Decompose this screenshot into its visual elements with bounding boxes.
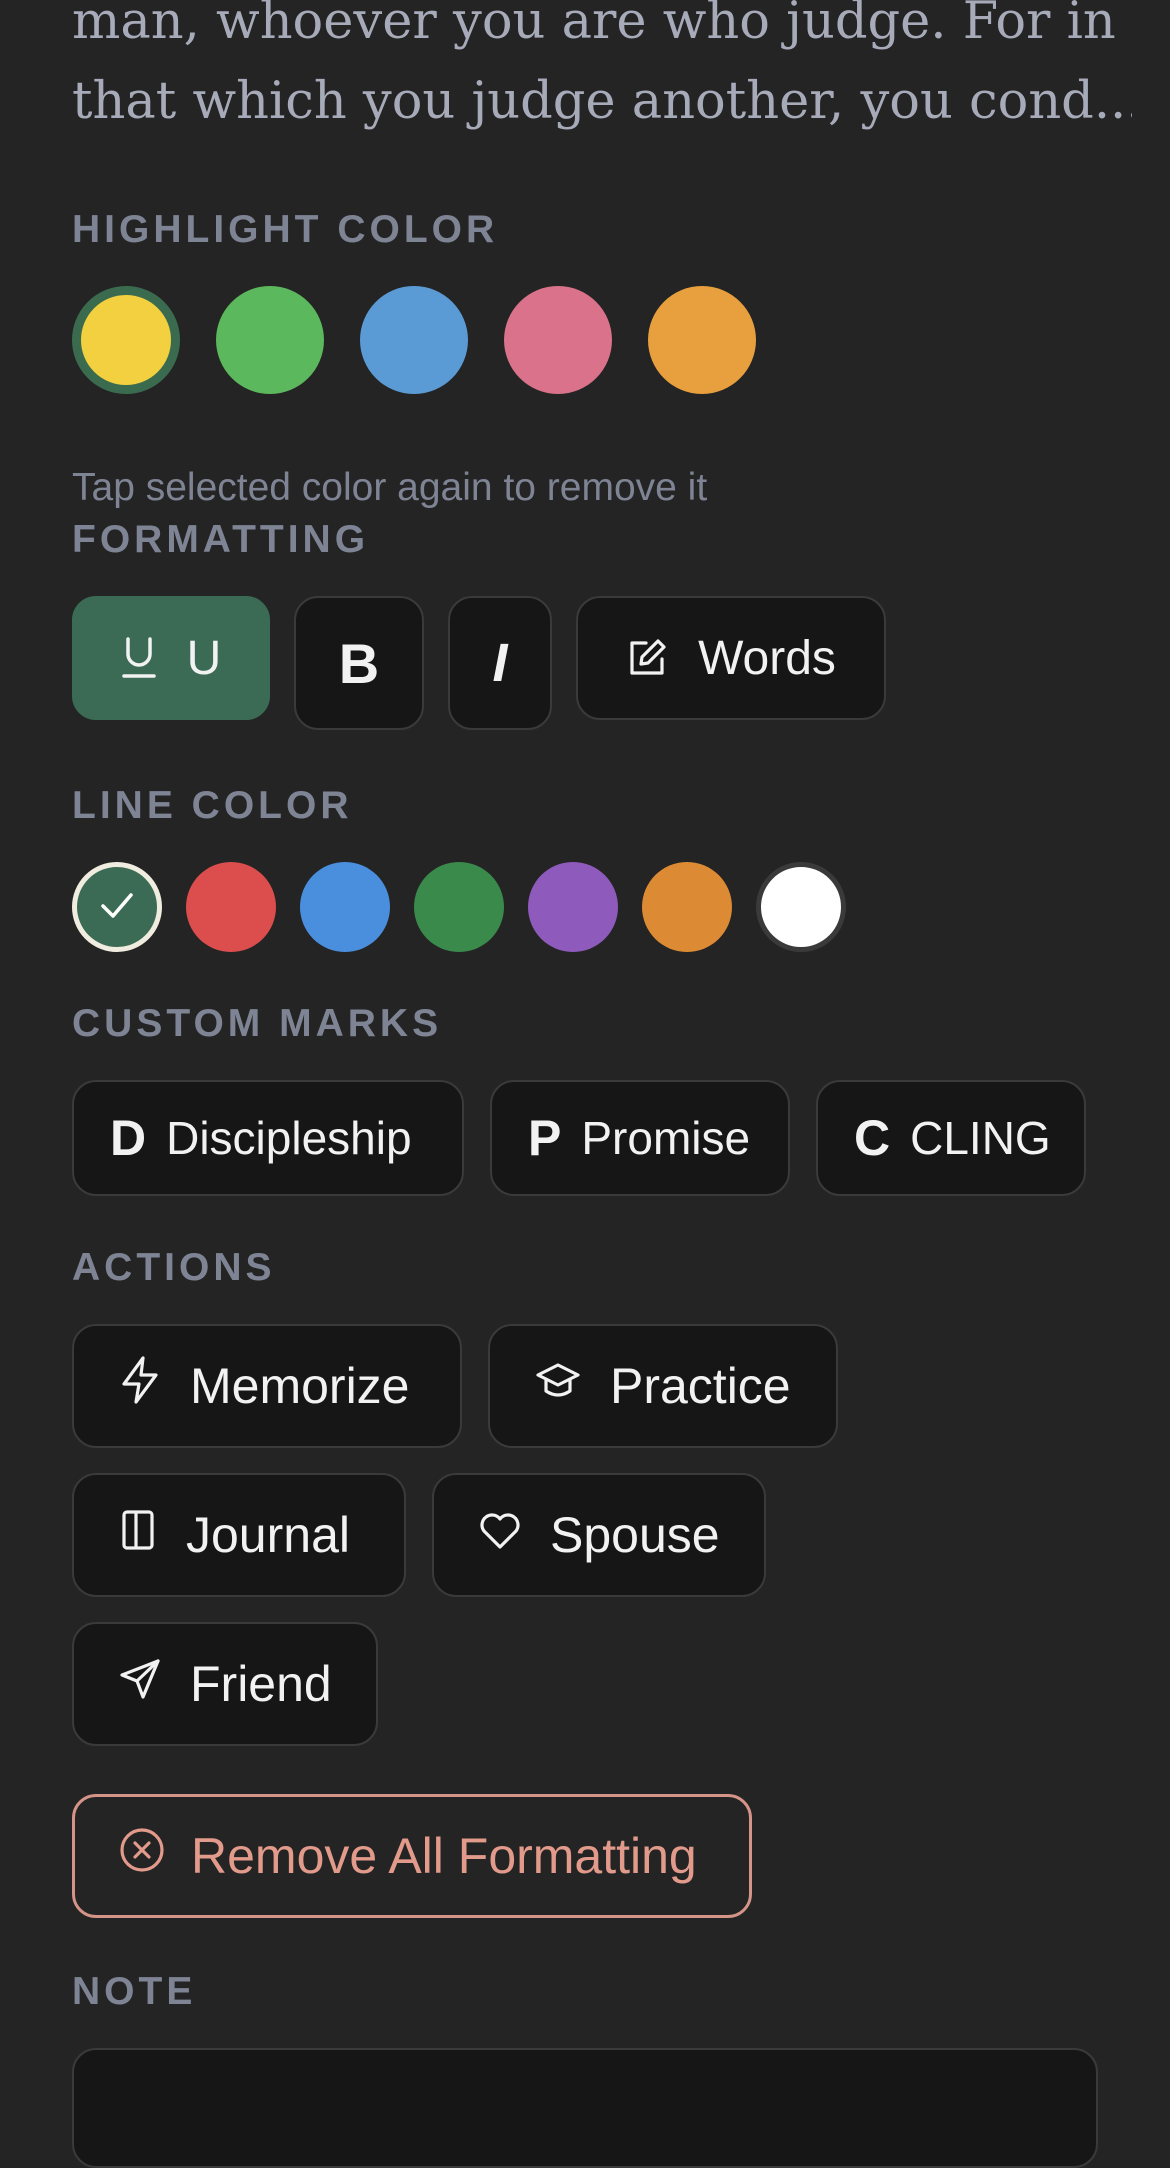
highlight-color-label: HIGHLIGHT COLOR (72, 208, 499, 251)
verse-text: man, whoever you are who judge. For in t… (72, 0, 1132, 142)
edit-icon (626, 637, 668, 679)
line-swatch-dark-green[interactable] (72, 862, 162, 952)
actions-row-3: Friend (72, 1622, 378, 1746)
custom-mark-promise[interactable]: P Promise (490, 1080, 790, 1196)
highlight-color-swatches (72, 286, 756, 394)
italic-button[interactable]: I (448, 596, 552, 730)
highlight-swatch-blue[interactable] (360, 286, 468, 394)
words-button[interactable]: Words (576, 596, 886, 720)
bold-button[interactable]: B (294, 596, 424, 730)
verse-line-1: man, whoever you are who judge. For in (72, 0, 1116, 51)
check-icon (97, 885, 137, 930)
custom-mark-letter: C (854, 1110, 891, 1166)
custom-mark-discipleship[interactable]: D Discipleship (72, 1080, 464, 1196)
practice-label: Practice (610, 1358, 791, 1414)
line-swatch-white[interactable] (756, 862, 846, 952)
custom-mark-label: CLING (910, 1112, 1051, 1164)
underline-button-label: U (186, 631, 222, 685)
line-swatch-purple[interactable] (528, 862, 618, 952)
underline-icon (121, 636, 157, 680)
custom-mark-cling[interactable]: C CLING (816, 1080, 1086, 1196)
custom-mark-label: Discipleship (166, 1112, 412, 1164)
actions-row-2: Journal Spouse (72, 1473, 766, 1597)
line-swatch-green[interactable] (414, 862, 504, 952)
formatting-label: FORMATTING (72, 518, 370, 561)
highlight-swatch-pink[interactable] (504, 286, 612, 394)
note-label: NOTE (72, 1970, 197, 2013)
send-icon (118, 1655, 162, 1713)
journal-label: Journal (186, 1507, 350, 1563)
custom-mark-letter: P (528, 1110, 562, 1166)
spouse-label: Spouse (550, 1507, 720, 1563)
friend-label: Friend (190, 1656, 332, 1712)
custom-mark-letter: D (110, 1110, 147, 1166)
custom-mark-label: Promise (581, 1112, 751, 1164)
formatting-buttons: U B I Words (72, 596, 886, 730)
book-icon (118, 1506, 158, 1564)
practice-button[interactable]: Practice (488, 1324, 838, 1448)
custom-marks-list: D Discipleship P Promise C CLING (72, 1080, 1086, 1196)
graduation-cap-icon (534, 1357, 582, 1415)
highlight-swatch-orange[interactable] (648, 286, 756, 394)
custom-marks-label: CUSTOM MARKS (72, 1002, 443, 1045)
remove-all-formatting-label: Remove All Formatting (191, 1828, 697, 1884)
note-input[interactable] (72, 2048, 1098, 2168)
bold-button-label: B (338, 631, 380, 695)
heart-icon (478, 1506, 522, 1564)
highlight-hint: Tap selected color again to remove it (72, 466, 708, 509)
spouse-button[interactable]: Spouse (432, 1473, 766, 1597)
verse-line-2: that which you judge another, you cond..… (72, 72, 1132, 131)
actions-row-1: Memorize Practice (72, 1324, 838, 1448)
highlight-swatch-green[interactable] (216, 286, 324, 394)
remove-all-formatting-button[interactable]: Remove All Formatting (72, 1794, 752, 1918)
line-color-label: LINE COLOR (72, 784, 353, 827)
underline-button[interactable]: U (72, 596, 270, 720)
actions-label: ACTIONS (72, 1246, 276, 1289)
friend-button[interactable]: Friend (72, 1622, 378, 1746)
memorize-label: Memorize (190, 1358, 410, 1414)
journal-button[interactable]: Journal (72, 1473, 406, 1597)
highlight-swatch-yellow[interactable] (72, 286, 180, 394)
line-swatch-orange[interactable] (642, 862, 732, 952)
memorize-button[interactable]: Memorize (72, 1324, 462, 1448)
line-swatch-red[interactable] (186, 862, 276, 952)
lightning-icon (118, 1355, 162, 1417)
close-circle-icon (119, 1827, 165, 1885)
line-color-swatches (72, 862, 846, 952)
line-swatch-blue[interactable] (300, 862, 390, 952)
italic-button-label: I (492, 633, 508, 693)
words-button-label: Words (698, 631, 836, 685)
